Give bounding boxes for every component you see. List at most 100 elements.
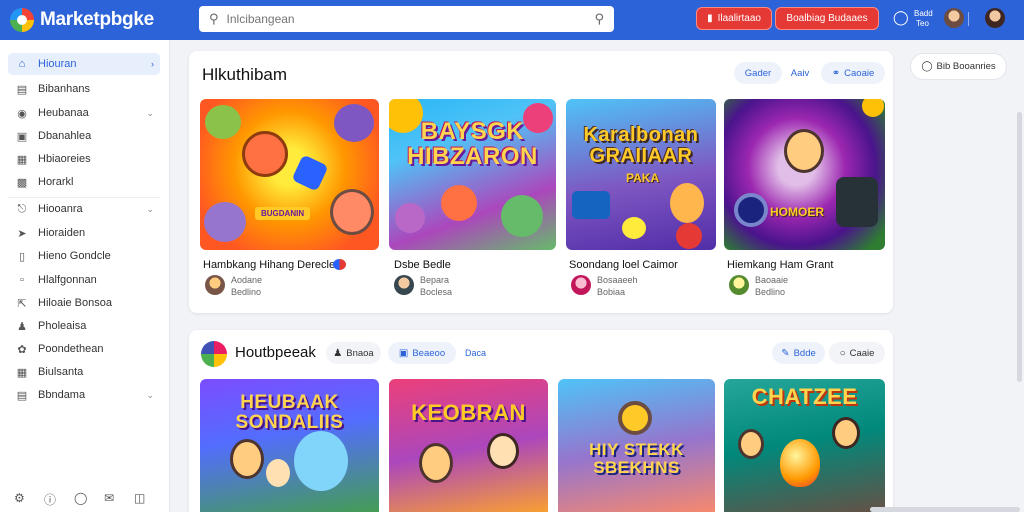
info-icon[interactable]: ◯ (74, 491, 104, 508)
app-logo[interactable]: Marketpbgke (10, 8, 190, 32)
developer-avatar (205, 275, 225, 295)
game-meta: Boclesa (420, 287, 453, 297)
sidebar: ⌂ Hiouran › ▤ Bibanhans ◉ Heubanaa ⌄ ▣ D… (0, 40, 170, 512)
game-thumbnail[interactable]: Karalbonan GRAIIAAR PAKA (566, 99, 716, 250)
filter-pill-1[interactable]: ♟ Bnaoa (326, 342, 381, 364)
game-art-title: Karalbonan GRAIIAAR (583, 124, 699, 167)
game-name[interactable]: Dsbe Bedle (394, 259, 451, 271)
comment-pill[interactable]: ○ Caaie (829, 342, 885, 364)
sidebar-item-12[interactable]: ✿ Poondethean (8, 338, 160, 360)
game-thumbnail[interactable]: HIY STEKK SBEKHNS (558, 379, 715, 512)
game-card[interactable]: HOMOER Hiemkang Ham Grant Baoaaie Bedlin… (724, 99, 886, 299)
filter-pill-1[interactable]: Gader (734, 62, 782, 84)
sidebar-item-2[interactable]: ◉ Heubanaa ⌄ (8, 102, 160, 124)
section-link[interactable]: Daca (465, 348, 486, 358)
game-thumbnail[interactable]: CHATZEE (724, 379, 885, 512)
game-name[interactable]: Hiemkang Ham Grant (727, 259, 833, 271)
game-card[interactable]: BAYSGK HIBZARON Dsbe Bedle Bepara Bocles… (389, 99, 557, 299)
sidebar-item-4[interactable]: ▦ Hbiaoreies (8, 148, 160, 170)
sidebar-item-home[interactable]: ⌂ Hiouran › (8, 53, 160, 75)
help-icon[interactable]: ⓘ (44, 491, 74, 508)
character-art (205, 105, 241, 139)
list-icon: ▤ (16, 389, 28, 402)
sidebar-item-8[interactable]: ▯ Hieno Gondcle (8, 245, 160, 267)
lock-art (618, 401, 652, 435)
character-art (230, 439, 264, 479)
sidebar-item-label: Biulsanta (38, 366, 84, 378)
sidebar-item-7[interactable]: ➤ Hioraiden (8, 222, 160, 244)
search-submit-icon[interactable]: ⚲ (594, 11, 604, 27)
doc-icon: ▤ (16, 83, 28, 96)
sidebar-item-11[interactable]: ♟ Pholeaisa (8, 315, 160, 337)
pencil-icon: ✎ (781, 347, 790, 359)
game-card[interactable]: BUGDANIN Hambkang Hihang Derecle Aodane … (200, 99, 380, 299)
sun-art (862, 99, 884, 117)
pin-icon: ➤ (17, 227, 27, 240)
sidebar-item-1[interactable]: ▤ Bibanhans (8, 78, 160, 100)
right-panel-button[interactable]: ◯ Bib Booanries (910, 53, 1007, 80)
sidebar-item-13[interactable]: ▦ Biulsanta (8, 361, 160, 383)
art-badge: PAKA (626, 171, 660, 185)
filter-icon: ◯ (921, 61, 933, 72)
egg-art (780, 439, 820, 487)
character-art (330, 189, 374, 235)
sidebar-item-label: Dbanahlea (38, 130, 92, 142)
section-title: Hlkuthibam (202, 65, 288, 84)
search-icon: ⚲ (209, 11, 219, 26)
filter-pill-3[interactable]: ⚭ Caoaie (821, 62, 885, 84)
logo-icon (10, 8, 34, 32)
search-bar[interactable]: ⚲ ⚲ (199, 6, 614, 32)
sidebar-item-label: Heubanaa (38, 107, 89, 119)
game-thumbnail[interactable]: HEUBAAK SONDALIIS (200, 379, 379, 512)
search-input[interactable] (226, 12, 595, 26)
vertical-scrollbar[interactable] (1017, 112, 1022, 382)
sidebar-item-3[interactable]: ▣ Dbanahlea (8, 125, 160, 147)
developer-avatar (571, 275, 591, 295)
user-icon: ♟ (17, 320, 27, 333)
avatar[interactable] (944, 8, 964, 28)
edit-pill[interactable]: ✎ Bdde (772, 342, 825, 364)
sidebar-item-label: Hiouran (38, 58, 77, 70)
chest-art (572, 191, 610, 219)
secondary-action-button[interactable]: Boalbiag Budaaes (775, 7, 879, 30)
speaker-art (836, 177, 878, 227)
sidebar-item-14[interactable]: ▤ Bbndama ⌄ (8, 384, 160, 406)
file-icon: ▦ (16, 153, 28, 166)
avatar-separator-icon (968, 12, 969, 26)
primary-action-label: Ilaalirtaao (717, 13, 761, 24)
globe-icon[interactable]: ◯ (893, 9, 909, 26)
trash-icon[interactable]: ◫ (134, 491, 164, 508)
sidebar-item-9[interactable]: ▫ Hlalfgonnan (8, 269, 160, 291)
sidebar-item-5[interactable]: ▩ Horarkl (8, 171, 160, 193)
gem-art (622, 217, 646, 239)
sidebar-item-6[interactable]: ⎋ Hiooanra ⌄ (8, 198, 160, 220)
sidebar-item-label: Pholeaisa (38, 320, 87, 332)
game-thumbnail[interactable]: KEOBRAN (389, 379, 548, 512)
user-icon: ♟ (333, 347, 343, 359)
character-art (670, 183, 704, 223)
game-card[interactable]: Karalbonan GRAIIAAR PAKA Soondang loel C… (566, 99, 716, 299)
game-thumbnail[interactable]: HOMOER (724, 99, 885, 250)
filter-pill-2[interactable]: ▣ Beaeoo (388, 342, 456, 364)
character-art (784, 129, 824, 173)
art-badge: HOMOER (770, 205, 824, 219)
chat-icon[interactable]: ✉ (104, 491, 134, 508)
featured-panel: Hlkuthibam Gader Aaiv ⚭ Caoaie BUGDANIN … (189, 51, 893, 313)
filter-pill-2[interactable]: Aaiv (785, 62, 815, 84)
primary-action-button[interactable]: ▮ Ilaalirtaao (696, 7, 772, 30)
section-title: Houtbpeeak (235, 344, 316, 361)
sidebar-item-label: Bbndama (38, 389, 86, 401)
sidebar-item-10[interactable]: ⇱ Hiloaie Bonsoa (8, 292, 160, 314)
horizontal-scrollbar[interactable] (870, 507, 1020, 512)
game-thumbnail[interactable]: BUGDANIN (200, 99, 379, 250)
user-avatar[interactable] (985, 8, 1005, 28)
disc-art (734, 193, 768, 227)
character-art (204, 202, 246, 242)
settings-icon[interactable]: ⚙ (14, 491, 44, 508)
game-name[interactable]: Hambkang Hihang Derecle (203, 259, 335, 271)
top-bar: Marketpbgke ⚲ ⚲ ▮ Ilaalirtaao Boalbiag B… (0, 0, 1024, 40)
game-thumbnail[interactable]: BAYSGK HIBZARON (389, 99, 556, 250)
sidebar-footer: ⚙ ⓘ ◯ ✉ ◫ (14, 491, 164, 508)
game-name[interactable]: Soondang loel Caimor (569, 259, 678, 271)
character-art (487, 433, 519, 469)
